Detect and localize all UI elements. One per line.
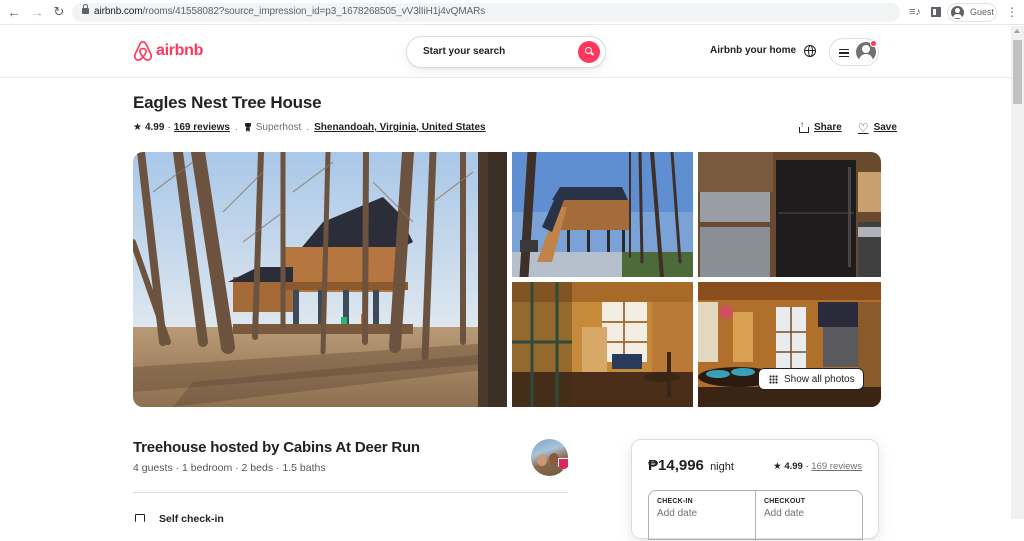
save-label: Save — [873, 122, 897, 133]
treehouse-forest-image — [133, 152, 507, 407]
search-icon[interactable] — [578, 41, 600, 63]
url-path: /rooms/41558082?source_impression_id=p3_… — [142, 6, 486, 17]
gallery-photo-2[interactable] — [512, 152, 693, 277]
listing-meta: ★ 4.99 · 169 reviews . Superhost . Shena… — [133, 122, 486, 133]
lock-icon[interactable] — [82, 4, 89, 14]
media-controls-icon[interactable]: ≡♪ — [909, 5, 921, 19]
profile-avatar-icon — [951, 6, 964, 19]
page-scrollbar[interactable] — [1011, 26, 1024, 519]
share-icon — [799, 120, 809, 133]
checkout-value: Add date — [764, 508, 805, 519]
hamburger-icon — [839, 49, 849, 57]
date-picker: CHECK-IN Add date CHECKOUT Add date — [648, 490, 863, 541]
url-host: airbnb.com — [94, 6, 143, 17]
listing-actions: Share ♡ Save — [789, 120, 897, 135]
gallery-photo-4[interactable] — [512, 282, 693, 407]
profile-button[interactable]: Guest — [947, 3, 997, 22]
browser-toolbar: ← → ↻ airbnb.com/rooms/41558082?source_i… — [0, 0, 1024, 25]
gallery-photo-main[interactable] — [133, 152, 507, 407]
card-rating-value: 4.99 — [784, 461, 803, 472]
more-menu-icon[interactable]: ⋮ — [1006, 4, 1018, 20]
airbnb-belo-icon — [133, 40, 153, 61]
forward-arrow-icon[interactable]: → — [29, 4, 45, 20]
search-bar[interactable]: Start your search — [406, 36, 606, 68]
superhost-label: Superhost — [255, 122, 302, 133]
star-icon: ★ — [133, 122, 142, 133]
nightly-price: ₱14,996 night — [648, 457, 734, 474]
site-header: airbnb Start your search Airbnb your hom… — [0, 26, 1011, 78]
rating-separator: · — [805, 461, 809, 472]
kitchen-living-image — [512, 282, 693, 407]
checkin-value: Add date — [657, 508, 698, 519]
checkout-label: CHECKOUT — [764, 498, 806, 505]
grid-dots-icon — [769, 374, 778, 384]
profile-label: Guest — [970, 7, 995, 17]
separator-dot: . — [306, 122, 310, 133]
booking-card: ₱14,996 night ★ 4.99 · 169 reviews CHECK… — [631, 439, 879, 541]
host-avatar-face — [537, 454, 547, 466]
listing-title: Eagles Nest Tree House — [133, 93, 322, 112]
listing-capacity: 4 guests · 1 bedroom · 2 beds · 1.5 bath… — [133, 462, 326, 474]
superhost-medal-icon — [244, 123, 251, 132]
airbnb-logo[interactable]: airbnb — [133, 40, 203, 62]
treehouse-staircase-image — [512, 152, 693, 277]
separator-dot: . — [234, 122, 238, 133]
checkout-field[interactable]: CHECKOUT Add date — [756, 491, 863, 541]
location-link[interactable]: Shenandoah, Virginia, United States — [314, 122, 486, 133]
show-all-photos-button[interactable]: Show all photos — [758, 368, 864, 390]
star-icon: ★ — [773, 461, 782, 472]
scroll-up-arrow-icon[interactable] — [1014, 29, 1020, 33]
side-panel-icon[interactable] — [931, 7, 941, 17]
checkin-field[interactable]: CHECK-IN Add date — [649, 491, 756, 541]
kitchen-appliances-image — [698, 152, 881, 277]
share-label: Share — [814, 122, 842, 133]
globe-icon[interactable] — [804, 45, 816, 57]
logo-text: airbnb — [156, 42, 204, 59]
door-icon — [135, 514, 145, 522]
user-menu-button[interactable] — [829, 38, 879, 66]
rating-separator: · — [167, 122, 171, 133]
back-arrow-icon[interactable]: ← — [6, 4, 22, 20]
notification-dot — [870, 40, 877, 47]
save-button[interactable]: ♡ Save — [857, 120, 897, 135]
checkin-label: CHECK-IN — [657, 498, 693, 505]
rating-value: 4.99 — [144, 122, 165, 133]
card-rating: ★ 4.99 · 169 reviews — [773, 461, 862, 472]
url-text[interactable]: airbnb.com/rooms/41558082?source_impress… — [94, 6, 485, 17]
airbnb-your-home-link[interactable]: Airbnb your home — [710, 45, 796, 56]
scroll-thumb[interactable] — [1013, 40, 1022, 104]
price-value: ₱14,996 — [648, 457, 704, 474]
host-avatar[interactable] — [531, 439, 568, 476]
heart-icon: ♡ — [857, 120, 869, 135]
section-divider — [133, 492, 568, 493]
reload-icon[interactable]: ↻ — [51, 4, 67, 20]
search-placeholder: Start your search — [423, 46, 506, 57]
highlight-self-checkin: Self check-in — [159, 513, 224, 525]
price-unit: night — [710, 461, 734, 473]
card-reviews-link[interactable]: 169 reviews — [811, 461, 862, 472]
show-all-photos-label: Show all photos — [784, 373, 855, 385]
gallery-photo-3[interactable] — [698, 152, 881, 277]
share-button[interactable]: Share — [799, 120, 842, 133]
host-title: Treehouse hosted by Cabins At Deer Run — [133, 439, 420, 456]
host-avatar-face — [549, 453, 559, 465]
address-bar[interactable]: airbnb.com/rooms/41558082?source_impress… — [72, 3, 900, 22]
reviews-link[interactable]: 169 reviews — [174, 122, 230, 133]
